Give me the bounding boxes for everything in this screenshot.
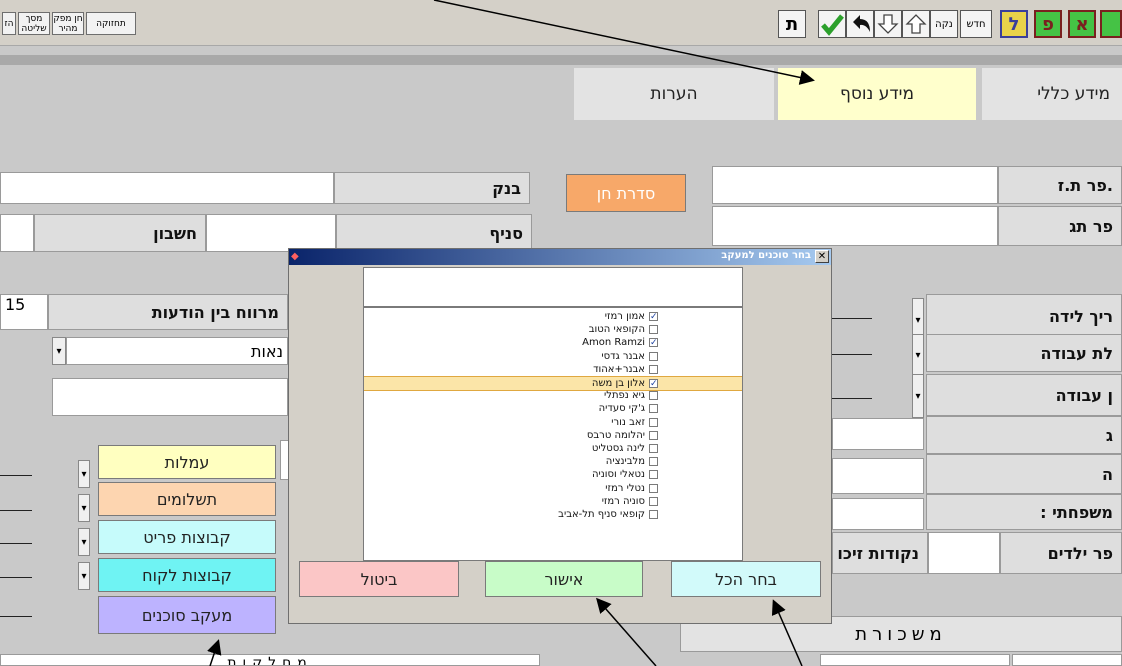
annotation-arrows — [207, 0, 815, 666]
arrow-to-select-all — [771, 599, 803, 666]
arrow-to-agent-tracking — [207, 639, 222, 666]
arrow-to-additional-tab — [433, 0, 815, 85]
arrow-to-ok — [596, 597, 657, 666]
